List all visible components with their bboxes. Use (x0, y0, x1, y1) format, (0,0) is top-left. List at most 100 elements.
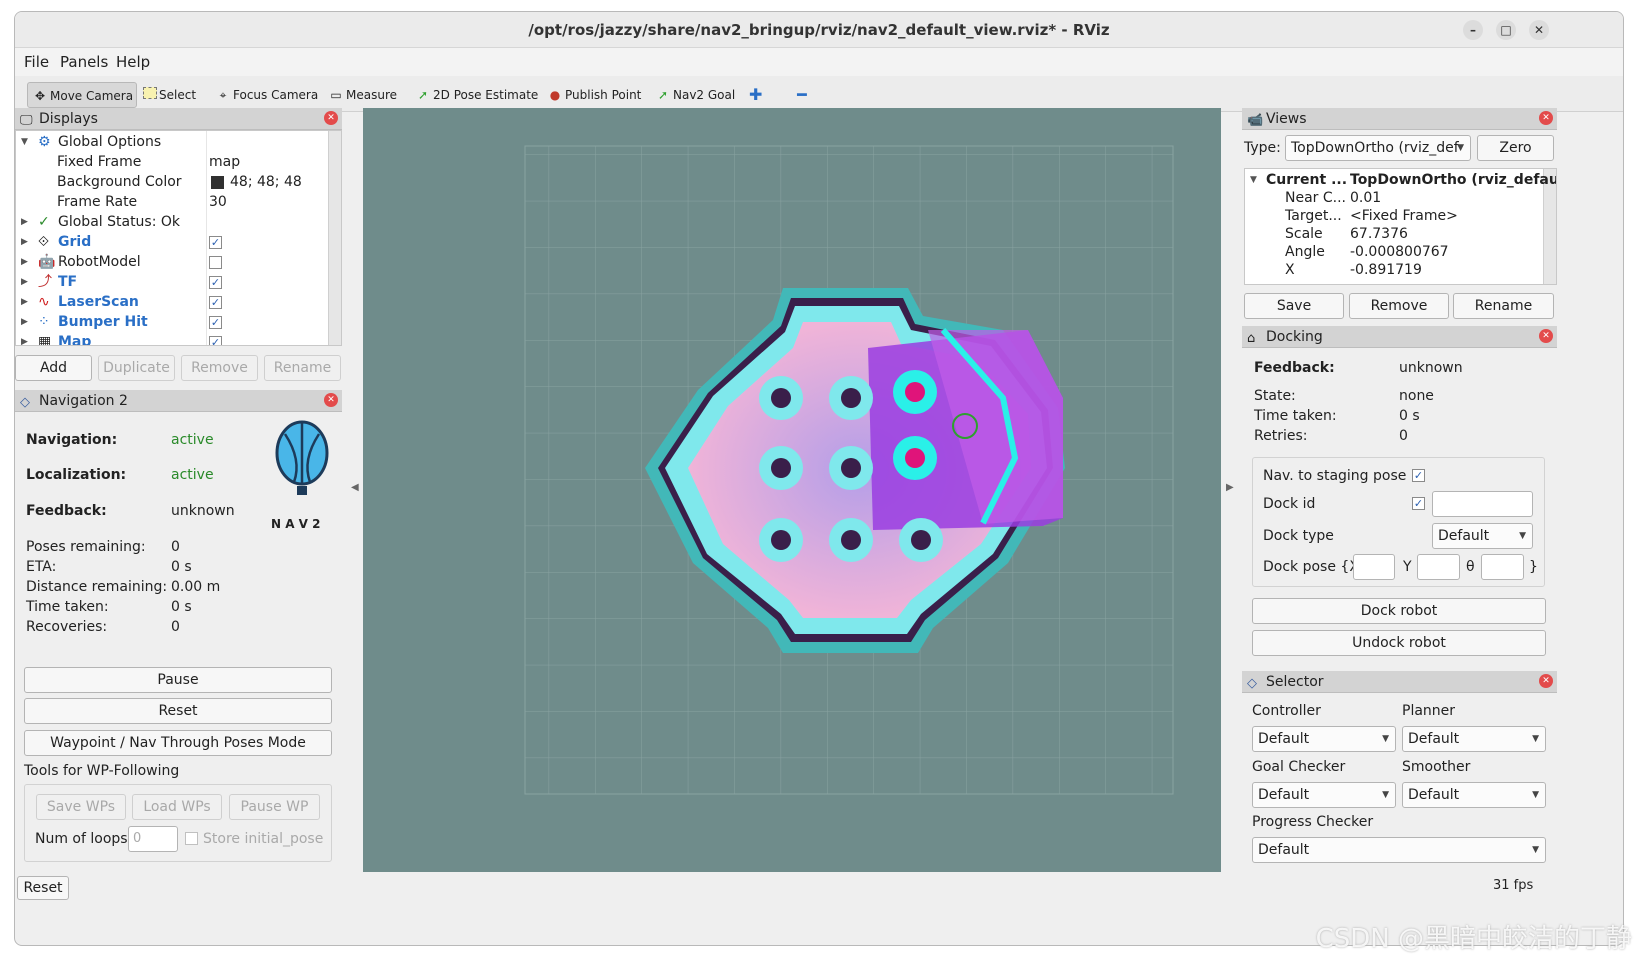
tool-2d-pose-estimate[interactable]: ➚ 2D Pose Estimate (411, 82, 538, 108)
measure-icon: ▭ (330, 88, 342, 102)
remove-display-button[interactable]: Remove (181, 355, 258, 381)
tool-focus-camera[interactable]: ⌖ Focus Camera (211, 82, 319, 108)
tree-row-global-options[interactable]: ▼ ⚙ Global Options (16, 132, 328, 152)
bumper-checkbox[interactable]: ✓ (209, 316, 222, 329)
tree-row-global-status[interactable]: ▶ ✓ Global Status: Ok (16, 212, 328, 232)
dock-state-label: State: (1254, 388, 1296, 404)
view-row-near-clip[interactable]: Near C... 0.01 (1245, 188, 1543, 208)
grid-icon: ⟐ (38, 234, 50, 250)
progress-checker-combo[interactable]: Default ▼ (1252, 837, 1546, 863)
load-wps-button[interactable]: Load WPs (132, 794, 222, 820)
collapse-right-icon[interactable]: ▶ (1226, 482, 1234, 493)
dock-feedback-label: Feedback: (1254, 360, 1335, 376)
home-icon: ⌂ (1247, 331, 1256, 346)
rename-display-button[interactable]: Rename (264, 355, 341, 381)
dock-retries-value: 0 (1399, 428, 1408, 444)
pause-button[interactable]: Pause (24, 667, 332, 693)
close-icon[interactable]: ✕ (1539, 329, 1553, 343)
robotmodel-checkbox[interactable] (209, 256, 222, 269)
remove-tool-button[interactable]: ━ (793, 82, 807, 108)
dock-feedback-value: unknown (1399, 360, 1463, 376)
tool-publish-point[interactable]: ● Publish Point (543, 82, 642, 108)
view-row-angle[interactable]: Angle -0.000800767 (1245, 242, 1543, 262)
dock-robot-button[interactable]: Dock robot (1252, 598, 1546, 624)
map-checkbox[interactable]: ✓ (209, 336, 222, 345)
add-display-button[interactable]: Add (15, 355, 92, 381)
laserscan-checkbox[interactable]: ✓ (209, 296, 222, 309)
close-button[interactable]: ✕ (1529, 20, 1549, 40)
smoother-combo[interactable]: Default ▼ (1402, 782, 1546, 808)
navigation-label: Navigation: (26, 432, 118, 448)
duplicate-display-button[interactable]: Duplicate (98, 355, 175, 381)
zero-button[interactable]: Zero (1477, 135, 1554, 161)
row-label: Map (58, 334, 92, 346)
add-tool-button[interactable]: ✚ (745, 82, 762, 108)
tree-row-background-color[interactable]: Background Color 48; 48; 48 (16, 172, 328, 192)
view-type-combo[interactable]: TopDownOrtho (rviz_def ▼ (1285, 135, 1471, 161)
displays-scrollbar[interactable] (328, 131, 341, 345)
tree-row-tf[interactable]: ▶ ⤴ TF ✓ (16, 272, 328, 292)
minimize-button[interactable]: – (1463, 20, 1483, 40)
view-row-target[interactable]: Target... <Fixed Frame> (1245, 206, 1543, 226)
tree-row-laserscan[interactable]: ▶ ∿ LaserScan ✓ (16, 292, 328, 312)
store-initial-pose-checkbox[interactable] (185, 832, 198, 845)
controller-combo[interactable]: Default ▼ (1252, 726, 1396, 752)
pause-wp-button[interactable]: Pause WP (229, 794, 320, 820)
tool-measure[interactable]: ▭ Measure (324, 82, 397, 108)
dock-type-combo[interactable]: Default ▼ (1432, 523, 1533, 549)
tree-row-grid[interactable]: ▶ ⟐ Grid ✓ (16, 232, 328, 252)
tool-move-camera[interactable]: ✥ Move Camera (27, 82, 137, 108)
close-icon[interactable]: ✕ (324, 393, 338, 407)
reset-status-button[interactable]: Reset (17, 876, 69, 900)
tf-checkbox[interactable]: ✓ (209, 276, 222, 289)
tree-row-robotmodel[interactable]: ▶ 🤖 RobotModel (16, 252, 328, 272)
tree-row-map[interactable]: ▶ ▦ Map ✓ (16, 332, 328, 346)
reset-nav-button[interactable]: Reset (24, 698, 332, 724)
collapse-left-icon[interactable]: ◀ (351, 482, 359, 493)
chevron-down-icon: ▼ (1532, 790, 1539, 800)
waypoint-mode-button[interactable]: Waypoint / Nav Through Poses Mode (24, 730, 332, 756)
view-row-x[interactable]: X -0.891719 (1245, 260, 1543, 280)
remove-view-button[interactable]: Remove (1349, 293, 1449, 319)
chevron-down-icon: ▼ (1457, 143, 1464, 153)
tool-select[interactable]: Select (139, 82, 196, 108)
staging-pose-label: Nav. to staging pose (1263, 468, 1407, 484)
dock-pose-x-input[interactable] (1353, 554, 1395, 580)
dock-id-label: Dock id (1263, 496, 1316, 512)
tool-nav2-goal[interactable]: ➚ Nav2 Goal (651, 82, 735, 108)
close-icon[interactable]: ✕ (1539, 674, 1553, 688)
tree-row-fixed-frame[interactable]: Fixed Frame map (16, 152, 328, 172)
tree-row-bumper-hit[interactable]: ▶ ⁘ Bumper Hit ✓ (16, 312, 328, 332)
menu-help[interactable]: Help (116, 53, 150, 71)
save-wps-button[interactable]: Save WPs (36, 794, 126, 820)
render-viewport[interactable] (363, 108, 1221, 872)
close-icon[interactable]: ✕ (324, 111, 338, 125)
laserscan-icon: ∿ (38, 294, 50, 310)
num-loops-input[interactable]: 0 (128, 826, 178, 852)
dock-id-checkbox[interactable]: ✓ (1412, 497, 1425, 510)
menu-file[interactable]: File (24, 53, 49, 71)
dock-time-value: 0 s (1399, 408, 1420, 424)
minus-icon: ━ (797, 85, 807, 104)
rename-view-button[interactable]: Rename (1453, 293, 1554, 319)
row-value: 67.7376 (1350, 226, 1408, 242)
grid-checkbox[interactable]: ✓ (209, 236, 222, 249)
dock-id-input[interactable] (1432, 491, 1533, 517)
planner-combo[interactable]: Default ▼ (1402, 726, 1546, 752)
view-row-scale[interactable]: Scale 67.7376 (1245, 224, 1543, 244)
staging-pose-checkbox[interactable]: ✓ (1412, 469, 1425, 482)
dock-pose-theta-input[interactable] (1481, 554, 1524, 580)
goal-checker-combo[interactable]: Default ▼ (1252, 782, 1396, 808)
tf-icon: ⤴ (38, 274, 52, 290)
undock-robot-button[interactable]: Undock robot (1252, 630, 1546, 656)
tree-row-frame-rate[interactable]: Frame Rate 30 (16, 192, 328, 212)
close-icon[interactable]: ✕ (1539, 111, 1553, 125)
dock-pose-y-input[interactable] (1417, 554, 1460, 580)
view-row-current[interactable]: ▼ Current ... TopDownOrtho (rviz_defaul. (1245, 170, 1556, 190)
save-view-button[interactable]: Save (1244, 293, 1344, 319)
view-type-value: TopDownOrtho (rviz_def (1291, 140, 1459, 156)
row-value: -0.891719 (1350, 262, 1422, 278)
row-label: X (1285, 262, 1295, 278)
menu-panels[interactable]: Panels (60, 53, 108, 71)
maximize-button[interactable]: □ (1496, 20, 1516, 40)
